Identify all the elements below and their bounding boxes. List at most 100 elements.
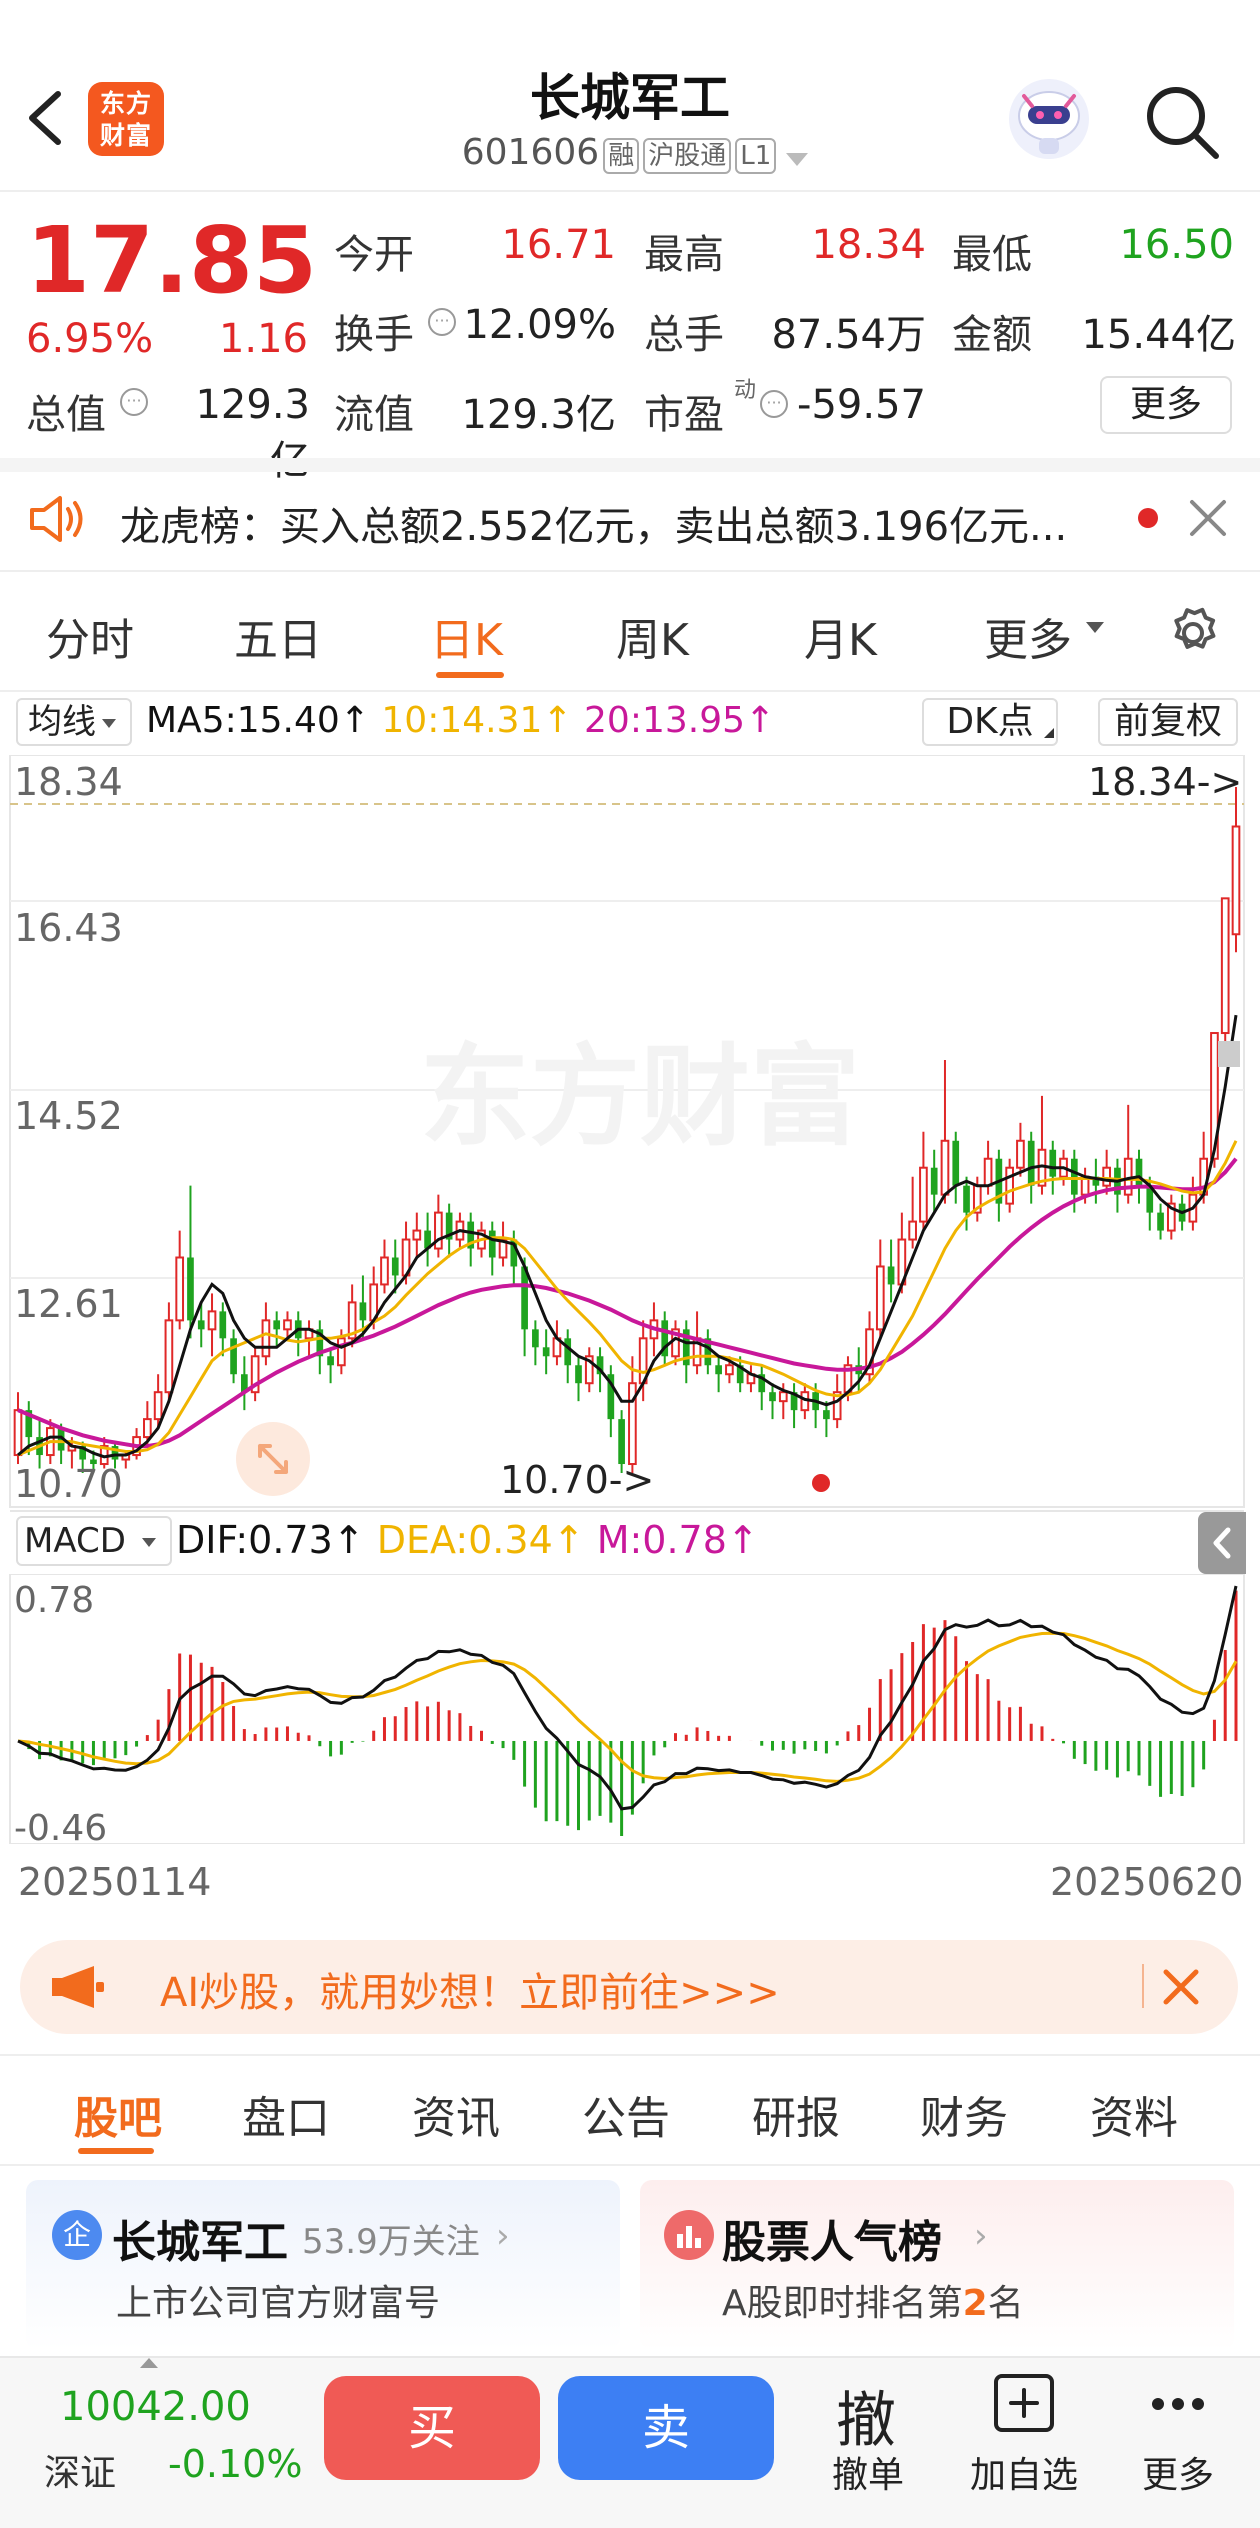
candle-body: [283, 1319, 292, 1331]
ma5-value: MA5:15.40↑: [146, 700, 370, 741]
divider: [10, 1510, 1244, 1512]
y-label-min: 10.70: [14, 1462, 123, 1506]
candle-body: [769, 1392, 776, 1402]
close-icon[interactable]: [1186, 496, 1230, 540]
candle-body: [164, 1319, 174, 1394]
macd-chart[interactable]: [0, 1574, 1260, 1844]
more-quote-button[interactable]: 更多: [1100, 376, 1232, 434]
divider: [0, 570, 1260, 572]
stock-header: 东方财富 长城军工 601606 融沪股通 L1: [0, 0, 1260, 190]
field-value-high: 18.34: [811, 222, 926, 268]
index-value[interactable]: 10042.00: [60, 2384, 251, 2430]
end-date: 20250620: [1050, 1860, 1244, 1904]
dea-value: DEA:0.34↑: [376, 1518, 585, 1562]
tab-orderbook[interactable]: 盘口: [242, 2082, 330, 2146]
info-icon[interactable]: ···: [760, 390, 788, 418]
candle-body: [488, 1230, 496, 1258]
info-icon[interactable]: ···: [428, 308, 456, 336]
stock-title: 长城军工: [530, 69, 730, 127]
candle-body: [175, 1256, 185, 1322]
field-label-turnover: 换手: [334, 312, 414, 358]
active-tab-indicator: [78, 2148, 154, 2154]
candle-body: [725, 1364, 734, 1376]
indicator-selector[interactable]: MACD: [16, 1516, 172, 1566]
tag-margin: 融: [603, 138, 640, 174]
kline-chart[interactable]: 东方财富: [0, 755, 1260, 1510]
tab-daily-k[interactable]: 日K: [430, 604, 503, 668]
candle-body: [143, 1418, 152, 1439]
pe-superscript: 动: [734, 378, 757, 403]
candle-body: [380, 1256, 389, 1286]
candle-body: [1016, 1139, 1025, 1169]
tag-connect: 沪股通: [643, 138, 732, 174]
add-watchlist-label[interactable]: 加自选: [970, 2446, 1078, 2498]
ma-selector[interactable]: 均线: [16, 698, 132, 746]
rank-prefix: A股即时排名第: [722, 2283, 963, 2324]
candle-body: [575, 1365, 582, 1384]
back-icon[interactable]: [20, 88, 70, 148]
tag-level: L1: [735, 138, 777, 174]
collapse-panel-button[interactable]: [1198, 1512, 1246, 1574]
tab-weekly-k[interactable]: 周K: [616, 604, 689, 668]
ma10-value: 10:14.31↑: [381, 700, 573, 741]
buy-button[interactable]: 买: [324, 2376, 540, 2480]
tab-announcements[interactable]: 公告: [582, 2082, 670, 2146]
divider: [1142, 1964, 1144, 2008]
ai-banner-text: AI炒股，就用妙想！立即前往>>>: [160, 1970, 780, 2016]
tab-five-day[interactable]: 五日: [234, 604, 322, 668]
candle-body: [875, 1265, 885, 1331]
close-icon[interactable]: [1160, 1966, 1202, 2008]
divider: [0, 2164, 1260, 2166]
search-icon[interactable]: [1142, 82, 1222, 162]
latest-price-marker: [1218, 1041, 1240, 1067]
popularity-subtitle: A股即时排名第2名: [722, 2274, 1024, 2326]
dragon-tiger-notice[interactable]: 龙虎榜：买入总额2.552亿元，卖出总额3.196亿元...: [120, 494, 1080, 552]
company-account-subtitle: 上市公司官方财富号: [116, 2283, 441, 2324]
field-value-turnover: 12.09%: [463, 302, 616, 348]
tab-more[interactable]: 更多: [984, 604, 1072, 668]
more-icon[interactable]: [1150, 2396, 1206, 2412]
tab-forum[interactable]: 股吧: [74, 2082, 162, 2146]
divider: [0, 690, 1260, 692]
tab-monthly-k[interactable]: 月K: [804, 604, 877, 668]
candle-body: [391, 1257, 399, 1276]
field-label-high: 最高: [644, 232, 724, 278]
tab-news[interactable]: 资讯: [412, 2082, 500, 2146]
cancel-order-label[interactable]: 撤单: [832, 2446, 904, 2498]
candle-body: [207, 1310, 217, 1331]
info-icon[interactable]: ···: [120, 388, 148, 416]
stock-code: 601606: [461, 132, 600, 173]
expand-icon[interactable]: [236, 1422, 310, 1496]
change-percent: 6.95%: [26, 316, 154, 362]
candle-body: [564, 1338, 572, 1366]
robot-assistant-icon[interactable]: [1006, 76, 1092, 162]
stock-code-row[interactable]: 601606 融沪股通 L1: [435, 132, 835, 174]
tab-research[interactable]: 研报: [752, 2082, 840, 2146]
dk-point-button[interactable]: DK点: [922, 698, 1058, 746]
popularity-title: 股票人气榜: [722, 2217, 942, 2268]
candle-body: [337, 1337, 346, 1367]
field-label-float: 流值: [334, 392, 414, 438]
more-label[interactable]: 更多: [1142, 2446, 1214, 2498]
macd-top-label: 0.78: [14, 1580, 95, 1621]
tab-intraday[interactable]: 分时: [46, 604, 134, 668]
max-price-marker: 18.34->: [1088, 760, 1243, 804]
adjust-button[interactable]: 前复权: [1098, 698, 1238, 746]
signal-dot: [812, 1474, 830, 1492]
y-label-max: 18.34: [14, 760, 123, 804]
ma-selector-label: 均线: [28, 702, 96, 742]
field-value-float: 129.3亿: [461, 392, 616, 438]
candle-body: [983, 1157, 993, 1187]
add-watchlist-icon[interactable]: [994, 2374, 1054, 2432]
candle-body: [219, 1311, 227, 1339]
caret-up-icon[interactable]: [140, 2358, 158, 2368]
tab-financials[interactable]: 财务: [920, 2082, 1008, 2146]
tab-profile[interactable]: 资料: [1090, 2082, 1178, 2146]
unread-dot: [1138, 508, 1158, 528]
field-value-open: 16.71: [501, 222, 616, 268]
field-value-low: 16.50: [1119, 222, 1234, 268]
rank-chart-icon: [664, 2210, 714, 2260]
sell-button[interactable]: 卖: [558, 2376, 774, 2480]
company-name: 长城军工: [112, 2217, 288, 2268]
gear-icon[interactable]: [1164, 604, 1222, 662]
